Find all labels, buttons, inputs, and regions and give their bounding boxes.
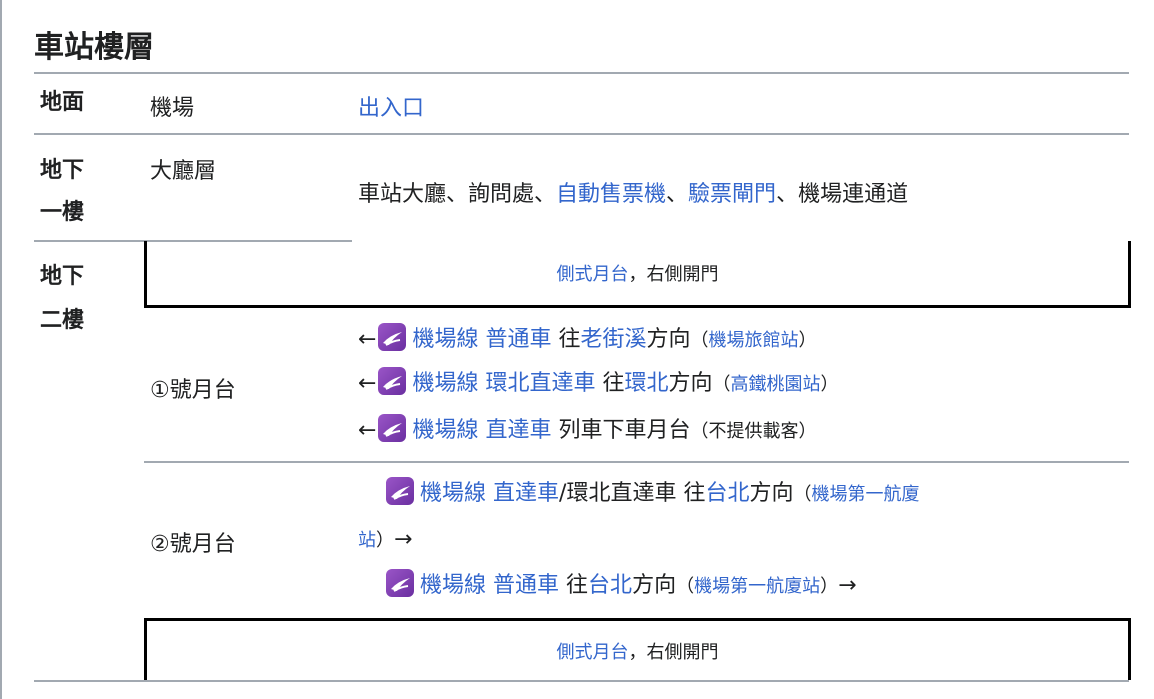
express-link[interactable]: 直達車 [493, 481, 559, 506]
floor-label-b2-line2: 二樓 [40, 308, 85, 333]
arrow-right-icon: → [838, 573, 857, 598]
divider [34, 72, 1129, 74]
paren-open: （ [793, 484, 812, 505]
b1-location: 大廳層 [150, 159, 217, 184]
airport-line-link[interactable]: 機場線 [420, 481, 486, 506]
arrow-left-icon: ← [358, 418, 377, 443]
huanbei-express-text: /環北直達車 [559, 481, 677, 506]
b1-text: 車站大廳、詢問處、 [358, 182, 557, 207]
direction-text: 方向 [632, 573, 677, 598]
door-side-text: ，右側開門 [628, 641, 719, 663]
b1-text: 、 [666, 182, 689, 207]
left-border [0, 0, 2, 699]
door-side-text: ，右側開門 [628, 264, 719, 285]
platform-1-row: ← 機場線 直達車 列車下車月台（不提供載客） [358, 411, 816, 451]
platform-1-label: ①號月台 [150, 378, 236, 403]
arrow-left-icon: ← [358, 327, 377, 352]
paren-open: （ [690, 421, 709, 442]
huanbei-link[interactable]: 環北 [624, 371, 668, 396]
no-boarding-note: 不提供載客 [708, 421, 799, 442]
ticket-gate-link[interactable]: 驗票閘門 [688, 182, 776, 207]
airport-mrt-logo-icon [378, 367, 407, 395]
ground-entrance-link[interactable]: 出入口 [358, 90, 424, 122]
paren-close: ） [820, 576, 839, 597]
paren-close: ） [798, 330, 817, 351]
to-text: 往 [558, 327, 581, 352]
floor-label-b1-line1: 地下 [40, 158, 85, 183]
divider [34, 680, 1129, 682]
floor-label-ground: 地面 [40, 90, 85, 115]
commuter-link[interactable]: 普通車 [493, 573, 559, 598]
paren-open: （ [712, 374, 731, 395]
platform-2-row-continued: 站）→ [358, 520, 412, 560]
airport-mrt-logo-icon [378, 323, 407, 351]
airport-mrt-logo-icon [386, 569, 414, 597]
commuter-link[interactable]: 普通車 [485, 327, 551, 352]
paren-close: ） [820, 374, 839, 395]
b1-text: 、機場連通道 [776, 182, 909, 207]
airport-line-link[interactable]: 機場線 [412, 327, 478, 352]
direction-text: 方向 [668, 371, 713, 396]
side-platform-link[interactable]: 側式月台 [557, 638, 629, 664]
side-platform-top: 側式月台 ，右側開門 [144, 241, 1131, 308]
floor-label-b2-line1: 地下 [40, 264, 85, 289]
to-text: 往 [683, 481, 706, 506]
direction-text: 方向 [749, 481, 794, 506]
paren-open: （ [676, 576, 695, 597]
side-platform-bottom: 側式月台 ，右側開門 [144, 618, 1131, 680]
to-text: 往 [566, 573, 589, 598]
laojie-link[interactable]: 老街溪 [580, 327, 646, 352]
paren-close: ） [798, 421, 817, 442]
airport-line-link[interactable]: 機場線 [412, 418, 478, 443]
platform-2-label: ②號月台 [150, 532, 236, 557]
taipei-link[interactable]: 台北 [588, 573, 632, 598]
platform-2-row: 機場線 直達車/環北直達車 往台北方向（機場第一航廈 [386, 474, 920, 514]
terminal-1-link[interactable]: 站 [358, 530, 376, 551]
paren-close: ） [376, 530, 394, 551]
platform-2-row: 機場線 普通車 往台北方向（機場第一航廈站）→ [386, 566, 857, 606]
airport-line-link[interactable]: 機場線 [420, 573, 486, 598]
airport-mrt-logo-icon [386, 477, 414, 505]
platform-1-row: ← 機場線 普通車 往老街溪方向（機場旅館站） [358, 320, 817, 360]
divider [144, 461, 1129, 463]
terminal-1-link[interactable]: 機場第一航廈 [812, 484, 920, 505]
ground-location: 機場 [150, 96, 195, 121]
floor-label-b1-line2: 一樓 [40, 200, 85, 225]
divider [34, 133, 1129, 135]
airport-hotel-link[interactable]: 機場旅館站 [709, 330, 799, 351]
section-title: 車站樓層 [34, 30, 154, 65]
paren-open: （ [690, 330, 709, 351]
express-link[interactable]: 直達車 [485, 418, 551, 443]
airport-line-link[interactable]: 機場線 [412, 371, 478, 396]
to-text: 往 [602, 371, 625, 396]
hsr-taoyuan-link[interactable]: 高鐵桃園站 [731, 374, 821, 395]
alighting-text: 列車下車月台 [558, 418, 691, 443]
taipei-link[interactable]: 台北 [705, 481, 749, 506]
ticket-machine-link[interactable]: 自動售票機 [556, 182, 666, 207]
direction-text: 方向 [646, 327, 691, 352]
b1-facilities: 車站大廳、詢問處、自動售票機、驗票閘門、機場連通道 [358, 176, 908, 208]
side-platform-link[interactable]: 側式月台 [557, 260, 629, 286]
airport-mrt-logo-icon [378, 414, 407, 442]
terminal-1-link[interactable]: 機場第一航廈站 [694, 576, 820, 597]
arrow-right-icon: → [394, 527, 413, 552]
arrow-left-icon: ← [358, 371, 377, 396]
platform-1-row: ← 機場線 環北直達車 往環北方向（高鐵桃園站） [358, 364, 839, 404]
huanbei-express-link[interactable]: 環北直達車 [485, 371, 595, 396]
